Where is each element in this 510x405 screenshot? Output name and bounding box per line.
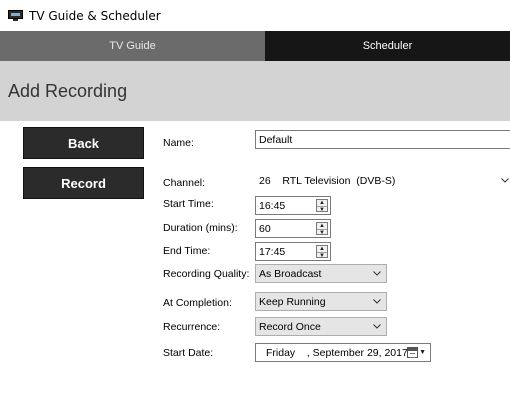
tab-bar: TV Guide Scheduler: [0, 31, 510, 61]
spin-down-icon[interactable]: ▼: [317, 253, 327, 259]
recording-quality-select[interactable]: As Broadcast: [255, 264, 387, 283]
chevron-down-icon: [373, 323, 381, 330]
spin-up-icon[interactable]: ▲: [317, 200, 327, 207]
chevron-down-icon: [373, 298, 381, 305]
tv-icon: [8, 10, 23, 21]
duration-value: 60: [259, 222, 271, 235]
at-completion-select[interactable]: Keep Running: [255, 292, 387, 311]
start-time-value: 16:45: [259, 199, 286, 212]
at-completion-value: Keep Running: [259, 295, 326, 308]
name-input[interactable]: Default: [255, 130, 510, 149]
window-title: TV Guide & Scheduler: [29, 8, 161, 23]
start-date-value: Friday , September 29, 2017: [266, 346, 408, 359]
dropdown-arrow-icon[interactable]: ▼: [419, 349, 426, 356]
tab-tv-guide[interactable]: TV Guide: [0, 31, 265, 61]
duration-label: Duration (mins):: [163, 222, 238, 234]
recording-quality-label: Recording Quality:: [163, 268, 250, 280]
start-date-label: Start Date:: [163, 347, 214, 359]
back-button[interactable]: Back: [23, 127, 144, 159]
duration-stepper[interactable]: 60 ▲ ▼: [255, 219, 331, 238]
at-completion-label: At Completion:: [163, 297, 232, 309]
spin-buttons[interactable]: ▲ ▼: [316, 199, 328, 213]
chevron-down-icon: [501, 177, 509, 184]
spin-down-icon[interactable]: ▼: [317, 230, 327, 236]
spin-up-icon[interactable]: ▲: [317, 223, 327, 230]
end-time-value: 17:45: [259, 245, 286, 258]
tab-scheduler[interactable]: Scheduler: [265, 31, 510, 61]
recurrence-label: Recurrence:: [163, 321, 221, 333]
channel-label: Channel:: [163, 177, 206, 189]
channel-select[interactable]: 26 RTL Television (DVB-S): [255, 171, 510, 190]
recurrence-select[interactable]: Record Once: [255, 317, 387, 336]
spin-buttons[interactable]: ▲ ▼: [316, 245, 328, 259]
start-time-label: Start Time:: [163, 198, 214, 210]
start-time-stepper[interactable]: 16:45 ▲ ▼: [255, 196, 331, 215]
chevron-down-icon: [373, 270, 381, 277]
spin-down-icon[interactable]: ▼: [317, 207, 327, 213]
recording-quality-value: As Broadcast: [259, 267, 322, 280]
name-label: Name:: [163, 137, 194, 149]
calendar-dropdown[interactable]: ▼: [407, 347, 426, 358]
start-date-picker[interactable]: Friday , September 29, 2017 ▼: [255, 343, 431, 362]
page-header: Add Recording: [0, 61, 510, 121]
spin-up-icon[interactable]: ▲: [317, 246, 327, 253]
recurrence-value: Record Once: [259, 320, 321, 333]
end-time-stepper[interactable]: 17:45 ▲ ▼: [255, 242, 331, 261]
page-title: Add Recording: [8, 80, 128, 101]
end-time-label: End Time:: [163, 245, 211, 257]
channel-value: 26 RTL Television (DVB-S): [259, 174, 396, 187]
spin-buttons[interactable]: ▲ ▼: [316, 222, 328, 236]
title-bar: TV Guide & Scheduler: [0, 0, 510, 31]
record-button[interactable]: Record: [23, 167, 144, 199]
calendar-icon[interactable]: [407, 347, 419, 358]
name-value: Default: [259, 133, 293, 146]
